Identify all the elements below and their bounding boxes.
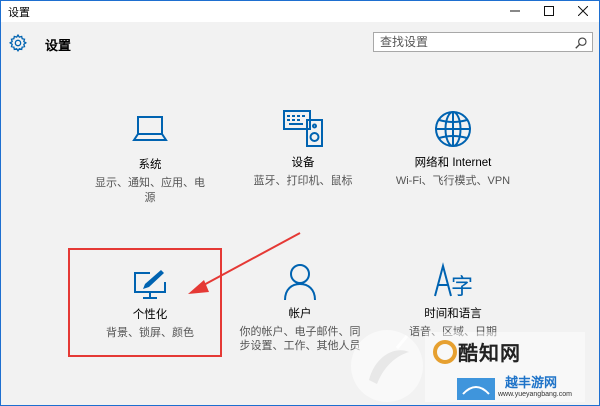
watermark-site: www.yueyangbang.com [498,391,572,398]
watermark-tagline: 越丰游网 [505,375,558,390]
watermark-brand: 酷知网 [458,343,521,365]
